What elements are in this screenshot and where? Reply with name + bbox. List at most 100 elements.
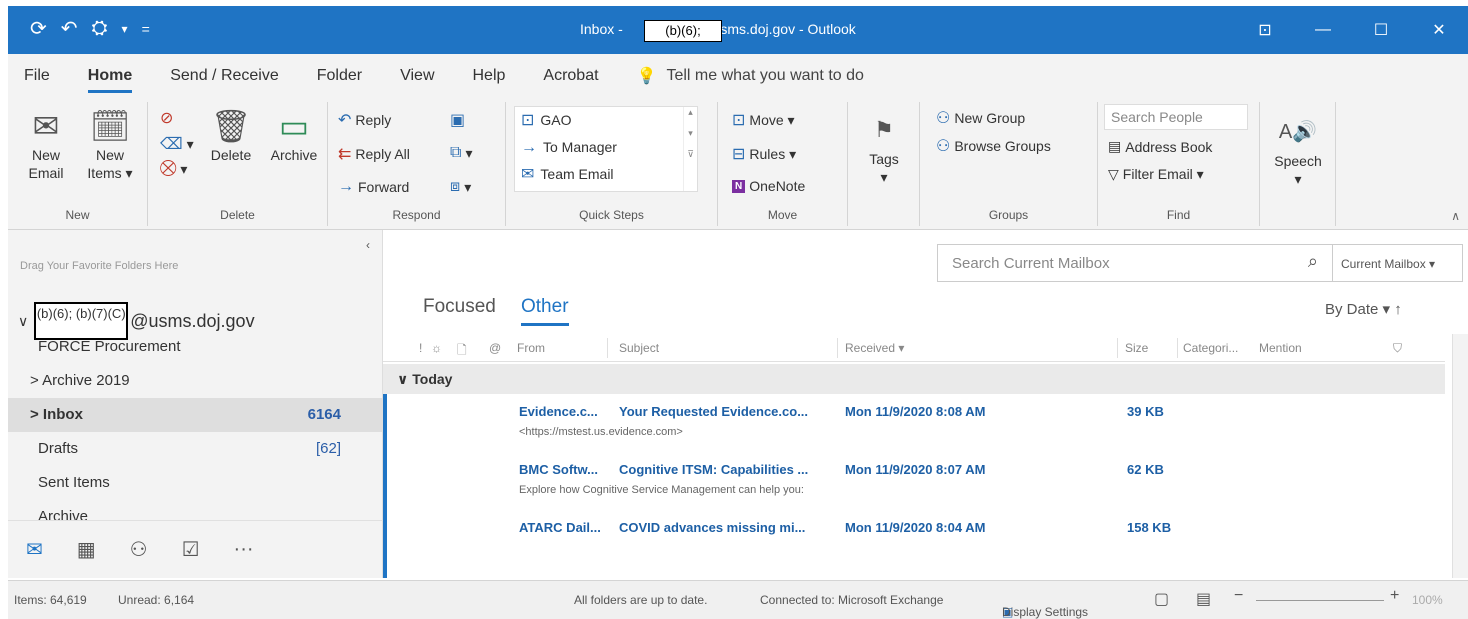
move-button[interactable]: ⊡ Move ▾ xyxy=(732,110,795,130)
message-sender: BMC Softw... xyxy=(519,462,598,477)
column-from[interactable]: From xyxy=(517,341,545,355)
new-group-label: New xyxy=(65,208,90,222)
column-mention[interactable]: Mention xyxy=(1259,341,1302,355)
search-input[interactable]: Search Current Mailbox ⌕ xyxy=(937,244,1333,282)
tab-file[interactable]: File xyxy=(24,67,50,85)
column-subject[interactable]: Subject xyxy=(619,341,659,355)
new-group-label: New Group xyxy=(954,110,1026,126)
tab-folder[interactable]: Folder xyxy=(317,67,362,85)
undo-icon[interactable]: ↶ xyxy=(61,16,78,41)
search-icon[interactable]: ⌕ xyxy=(1308,251,1318,272)
folder-force-procurement[interactable]: FORCE Procurement xyxy=(8,330,383,364)
address-book-button[interactable]: ▤ Address Book xyxy=(1108,138,1212,155)
tags-group: ⚑ Tags ▾ xyxy=(848,102,920,226)
maximize-button[interactable]: ☐ xyxy=(1352,6,1410,54)
zoom-out-button[interactable]: − xyxy=(1234,587,1243,605)
onenote-button[interactable]: N OneNote xyxy=(732,178,805,194)
im-icon[interactable]: ⧉ ▾ xyxy=(450,144,472,162)
folder-sent-items[interactable]: Sent Items xyxy=(8,466,383,500)
filter-email-button[interactable]: ▽ Filter Email ▾ xyxy=(1108,166,1204,183)
trash-icon: 🗑 xyxy=(210,108,252,144)
quick-steps-group-label: Quick Steps xyxy=(579,208,644,222)
message-sender: Evidence.c... xyxy=(519,404,598,419)
people-icon[interactable]: ⚇ xyxy=(130,537,148,562)
tab-send-receive[interactable]: Send / Receive xyxy=(170,67,279,85)
quick-step-to-manager[interactable]: → To Manager xyxy=(515,134,697,161)
collapse-pane-icon[interactable]: ‹ xyxy=(366,238,370,252)
reply-button[interactable]: ↶ Reply xyxy=(338,110,391,130)
collapse-ribbon-icon[interactable]: ∧ xyxy=(1451,209,1460,223)
sync-icon[interactable]: ⟳ xyxy=(30,16,47,41)
quick-step-gao[interactable]: ⊡ GAO xyxy=(515,107,697,134)
clean-up-icon[interactable]: ⌫ ▾ xyxy=(160,134,194,154)
quick-steps-scroll[interactable]: ▴ ▾ ⊽ xyxy=(683,107,697,191)
sort-by-date[interactable]: By Date ▾ ↑ xyxy=(1325,300,1402,318)
reply-label: Reply xyxy=(355,112,392,128)
filter-column-icon[interactable]: ⛉ xyxy=(1393,341,1402,356)
archive-button[interactable]: ▭ Archive xyxy=(264,106,324,164)
quick-step-team-email[interactable]: ✉ Team Email xyxy=(515,161,697,188)
minimize-button[interactable]: — xyxy=(1294,6,1352,54)
message-row[interactable]: ATARC Dail... COVID advances missing mi.… xyxy=(387,510,1445,568)
tasks-icon[interactable]: ☑ xyxy=(182,537,200,562)
attachment-column-icon[interactable]: 🗋 xyxy=(457,341,467,362)
browse-groups-button[interactable]: ⚇ Browse Groups xyxy=(936,136,1051,156)
new-group-button[interactable]: ⚇ New Group xyxy=(936,108,1025,128)
message-row[interactable]: BMC Softw... Cognitive ITSM: Capabilitie… xyxy=(387,452,1445,510)
tab-acrobat[interactable]: Acrobat xyxy=(543,67,598,85)
more-apps-icon[interactable]: ··· xyxy=(234,538,254,561)
message-row[interactable]: Evidence.c... Your Requested Evidence.co… xyxy=(387,394,1445,452)
zoom-slider[interactable] xyxy=(1256,600,1384,601)
forward-button[interactable]: → Forward xyxy=(338,178,409,196)
tab-focused[interactable]: Focused xyxy=(423,296,496,318)
folder-archive-2019[interactable]: > Archive 2019 xyxy=(8,364,383,398)
delete-button[interactable]: 🗑 Delete xyxy=(198,106,264,164)
search-scope-dropdown[interactable]: Current Mailbox ▾ xyxy=(1333,244,1463,282)
group-header-today[interactable]: ∨ Today xyxy=(383,364,1445,394)
speech-button[interactable]: A🔊 Speech ▾ xyxy=(1268,112,1328,188)
lightbulb-icon: 💡 xyxy=(636,68,657,85)
folder-drafts[interactable]: Drafts [62] xyxy=(8,432,383,466)
rules-button[interactable]: ⊟ Rules ▾ xyxy=(732,144,796,164)
new-items-label-2: Items ▾ xyxy=(87,165,133,181)
search-people-input[interactable]: Search People xyxy=(1104,104,1248,130)
new-email-label-2: Email xyxy=(28,165,64,181)
column-categories[interactable]: Categori... xyxy=(1183,341,1238,355)
touch-mode-icon[interactable]: ⛭ xyxy=(92,17,108,40)
folder-inbox[interactable]: > Inbox 6164 xyxy=(8,398,383,432)
calendar-icon[interactable]: ▦ xyxy=(77,537,96,562)
reply-all-button[interactable]: ⇇ Reply All xyxy=(338,144,410,164)
envelope-icon: ✉ xyxy=(32,108,60,144)
close-button[interactable]: ✕ xyxy=(1410,6,1468,54)
filter-icon: ▽ xyxy=(1108,166,1119,182)
junk-icon[interactable]: ⛒ ▾ xyxy=(160,160,187,178)
column-size[interactable]: Size xyxy=(1125,341,1148,355)
zoom-in-button[interactable]: + xyxy=(1390,587,1399,605)
onenote-label: OneNote xyxy=(749,178,806,194)
new-email-button[interactable]: ✉ New Email xyxy=(18,106,74,182)
tab-other[interactable]: Other xyxy=(521,296,569,326)
mail-icon[interactable]: ✉ xyxy=(26,537,43,562)
tell-me-box[interactable]: 💡 Tell me what you want to do xyxy=(637,66,864,86)
tab-help[interactable]: Help xyxy=(473,67,506,85)
address-book-label: Address Book xyxy=(1125,138,1213,155)
message-list-scrollbar[interactable] xyxy=(1452,334,1468,578)
mention-column-icon[interactable]: @ xyxy=(489,341,501,355)
ignore-icon[interactable]: ⊘ xyxy=(160,108,173,128)
column-received[interactable]: Received ▾ xyxy=(845,341,904,355)
chevron-down-icon[interactable]: ▾ xyxy=(122,22,128,36)
tab-home[interactable]: Home xyxy=(87,67,133,93)
reading-view-icon[interactable]: ▤ xyxy=(1196,589,1211,609)
message-sender: ATARC Dail... xyxy=(519,520,601,535)
normal-view-icon[interactable]: ▢ xyxy=(1154,589,1169,609)
tags-button[interactable]: ⚑ Tags ▾ xyxy=(858,110,910,186)
ribbon-display-options-icon[interactable]: ⊡ xyxy=(1236,6,1294,54)
tab-view[interactable]: View xyxy=(400,67,434,85)
more-respond-icon[interactable]: ⧈ ▾ xyxy=(450,178,471,196)
reminder-column-icon[interactable]: ☼ xyxy=(431,341,442,355)
new-items-button[interactable]: 🗓 New Items ▾ xyxy=(78,106,142,182)
customize-toolbar-icon[interactable]: = xyxy=(142,21,150,37)
module-navigation: ✉ ▦ ⚇ ☑ ··· xyxy=(8,520,383,578)
meeting-icon[interactable]: ▣ xyxy=(450,110,465,130)
importance-column-icon[interactable]: ! xyxy=(419,341,422,355)
